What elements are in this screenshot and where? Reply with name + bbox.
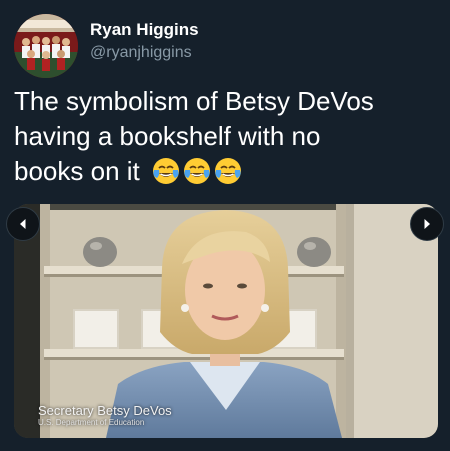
- video-caption-subtitle: U.S. Department of Education: [38, 418, 145, 427]
- next-media-button[interactable]: [410, 207, 444, 241]
- user-handle[interactable]: @ryanjhiggins: [90, 44, 192, 62]
- team-photo-icon: [14, 14, 78, 78]
- avatar[interactable]: [14, 14, 78, 78]
- tweet-card: Ryan Higgins @ryanjhiggins The symbolism…: [0, 0, 450, 451]
- face-with-tears-of-joy-icon: [183, 158, 210, 184]
- tweet-text-line-1: The symbolism of Betsy DeVos: [14, 86, 374, 116]
- video-caption-name: Secretary Betsy DeVos: [38, 403, 172, 418]
- tweet-text-line-2: having a bookshelf with no: [14, 121, 321, 151]
- chevron-right-icon: [424, 219, 430, 229]
- previous-media-button[interactable]: [6, 207, 40, 241]
- chevron-left-icon: [20, 219, 26, 229]
- display-name[interactable]: Ryan Higgins: [90, 20, 199, 40]
- tweet-text-line-3: books on it: [14, 156, 140, 186]
- face-with-tears-of-joy-icon: [152, 158, 179, 184]
- emoji-group: [151, 156, 244, 195]
- tweet-text: The symbolism of Betsy DeVos having a bo…: [14, 84, 438, 195]
- face-with-tears-of-joy-icon: [214, 158, 241, 184]
